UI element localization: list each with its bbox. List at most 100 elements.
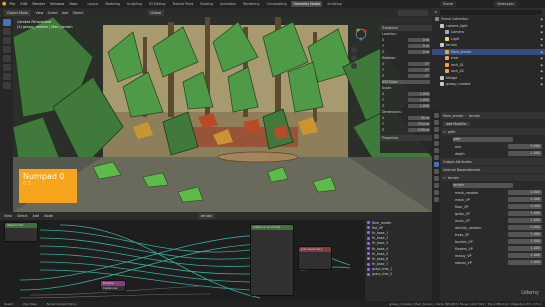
properties-tabs (432, 111, 440, 301)
tab-uv-editing[interactable]: UV Editing (147, 1, 168, 7)
node-add-menu[interactable]: Add (33, 214, 40, 218)
outliner-item[interactable]: grassy_models ◉ (432, 81, 545, 88)
join-geometry-node[interactable]: Join Geometry (298, 246, 332, 270)
measure-tool-icon[interactable] (2, 82, 11, 89)
node-tree-selector[interactable]: terrain (197, 213, 216, 219)
transform-tool-icon[interactable] (2, 64, 11, 71)
visibility-eye-icon[interactable]: ◉ (540, 81, 543, 88)
modifier-input-label: floor_VP (455, 204, 469, 209)
cursor-tool-icon[interactable] (2, 28, 11, 35)
menu-help[interactable]: Help (69, 2, 77, 6)
node-node-menu[interactable]: Node (44, 214, 53, 218)
modifier-input-field[interactable]: 1.000 (508, 151, 542, 156)
dimension-z-field[interactable]: 0.55 m (408, 128, 430, 132)
object-tab-icon[interactable] (433, 155, 439, 160)
view-layer-tab-icon[interactable] (433, 134, 439, 139)
modifier-input-field[interactable]: 0.000 (508, 144, 542, 149)
tab-shading[interactable]: Shading (198, 1, 215, 7)
camera-view-icon[interactable] (351, 63, 357, 69)
location-z-field[interactable]: 0 m (408, 50, 430, 54)
modifier-input-field[interactable]: 1.000 (508, 260, 542, 265)
modifier-terrain-header[interactable]: ⚙ terrain (441, 174, 545, 181)
attr-item[interactable]: grass_tree_2 (365, 272, 432, 277)
outliner-search-input[interactable] (439, 9, 542, 15)
add-modifier-button[interactable]: Add Modifier (441, 120, 545, 127)
scale-tool-icon[interactable] (2, 55, 11, 62)
select-menu[interactable]: Select (47, 11, 57, 15)
modifier-terrain-nodegroup[interactable]: terrain (441, 182, 545, 189)
rotation-x-field[interactable]: 0° (408, 62, 430, 66)
output-attributes-section[interactable]: Output Attributes (441, 158, 545, 165)
tab-modeling[interactable]: Modeling (103, 1, 122, 7)
menu-window[interactable]: Window (50, 2, 64, 6)
menu-file[interactable]: File (9, 2, 15, 6)
select-tool-icon[interactable] (2, 19, 11, 26)
menu-edit[interactable]: Edit (20, 2, 27, 6)
rotation-y-field[interactable]: 0° (408, 68, 430, 72)
realize-instances-node[interactable]: Realize Instances (100, 280, 126, 292)
node-select-menu[interactable]: Select (17, 214, 27, 218)
tab-scripting[interactable]: Scripting (325, 1, 343, 7)
instance-node[interactable]: Instance on Points (250, 224, 294, 296)
pan-icon[interactable] (351, 55, 357, 61)
shading-buttons[interactable] (398, 9, 428, 16)
modifier-input-field[interactable]: 1.000 (508, 218, 542, 223)
blender-logo-icon[interactable]: ● (2, 1, 6, 7)
tab-layout[interactable]: Layout (86, 1, 101, 7)
tab-geometry-nodes[interactable]: Geometry Nodes (291, 1, 323, 7)
scale-z-field[interactable]: 1.000 (408, 104, 430, 108)
physics-tab-icon[interactable] (433, 176, 439, 181)
modifier-input-field[interactable]: 1.000 (508, 232, 542, 237)
rotation-mode-dropdown[interactable]: XYZ Euler (382, 80, 430, 84)
internal-dependencies-section[interactable]: Internal Dependencies (441, 166, 545, 173)
tool-tab-icon[interactable] (433, 113, 439, 118)
scale-x-field[interactable]: 1.000 (408, 92, 430, 96)
dimension-x-field[interactable]: 50 m (408, 116, 430, 120)
tab-rendering[interactable]: Rendering (241, 1, 261, 7)
modifier-input-field[interactable]: 1.000 (508, 197, 542, 202)
view-menu[interactable]: View (35, 11, 43, 15)
filter-icon[interactable]: ▾ (435, 10, 437, 14)
modifier-input-field[interactable]: 0.400 (508, 204, 542, 209)
properties-section-header[interactable]: Properties (380, 135, 432, 141)
dimension-y-field[interactable]: 70.0 m (408, 122, 430, 126)
particles-tab-icon[interactable] (433, 169, 439, 174)
menu-render[interactable]: Render (32, 2, 45, 6)
render-tab-icon[interactable] (433, 120, 439, 125)
object-menu[interactable]: Object (72, 11, 83, 15)
view-layer-selector[interactable]: ViewLayer (494, 1, 518, 7)
annotate-tool-icon[interactable] (2, 73, 11, 80)
modifier-input-field[interactable]: 1.000 (508, 253, 542, 258)
modifier-tab-icon[interactable] (433, 162, 439, 167)
modifier-input-field[interactable]: 1.000 (508, 211, 542, 216)
mode-dropdown[interactable]: Object Mode (4, 9, 32, 16)
constraints-tab-icon[interactable] (433, 183, 439, 188)
modifier-input-field[interactable]: 0.000 (508, 225, 542, 230)
location-y-field[interactable]: 0 m (408, 44, 430, 48)
rotate-tool-icon[interactable] (2, 46, 11, 53)
modifier-input-field[interactable]: 1.000 (508, 246, 542, 251)
location-x-field[interactable]: 0 m (408, 38, 430, 42)
scale-y-field[interactable]: 1.000 (408, 98, 430, 102)
modifier-input-field[interactable]: 0.000 (508, 190, 542, 195)
zoom-icon[interactable] (351, 47, 357, 53)
modifier-path-nodegroup[interactable]: path (441, 136, 545, 143)
orientation-dropdown[interactable]: Global (147, 9, 165, 16)
tab-texture-paint[interactable]: Texture Paint (170, 1, 195, 7)
scene-tab-icon[interactable] (433, 141, 439, 146)
data-tab-icon[interactable] (433, 190, 439, 195)
material-tab-icon[interactable] (433, 197, 439, 202)
output-tab-icon[interactable] (433, 127, 439, 132)
node-view-menu[interactable]: View (4, 214, 12, 218)
rotation-z-field[interactable]: 0° (408, 74, 430, 78)
add-menu[interactable]: Add (62, 11, 69, 15)
tab-sculpting[interactable]: Sculpting (125, 1, 144, 7)
world-tab-icon[interactable] (433, 148, 439, 153)
object-info-node[interactable]: Object Info (4, 222, 38, 242)
tab-compositing[interactable]: Compositing (264, 1, 288, 7)
modifier-path-header[interactable]: ⚙ path (441, 128, 545, 135)
tab-animation[interactable]: Animation (218, 1, 238, 7)
move-tool-icon[interactable] (2, 37, 11, 44)
modifier-input-field[interactable]: 1.000 (508, 239, 542, 244)
scene-selector[interactable]: Scene (440, 1, 457, 7)
